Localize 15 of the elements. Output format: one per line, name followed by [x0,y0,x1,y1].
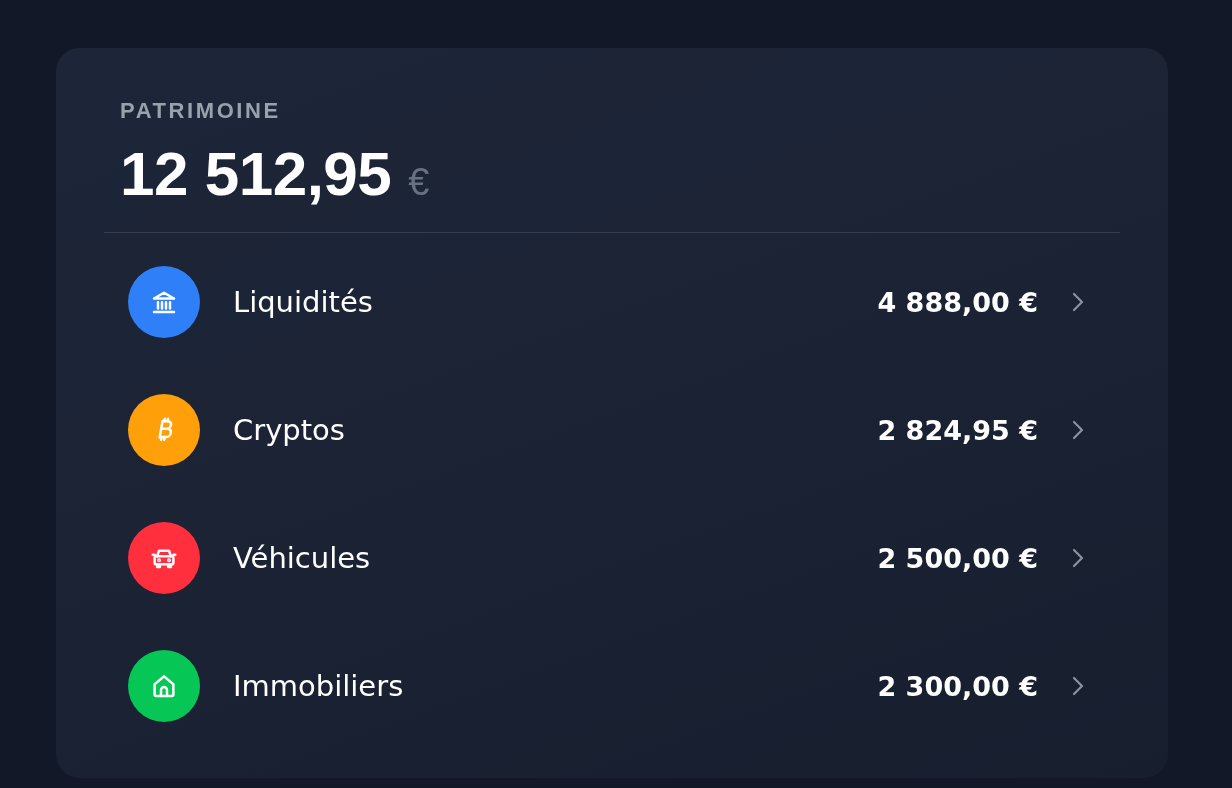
currency-symbol: € [408,163,430,201]
chevron-right-icon[interactable] [1072,420,1084,440]
asset-amount: 2 500,00 € [877,542,1038,574]
asset-amount: 4 888,00 € [877,286,1038,318]
asset-amount: 2 300,00 € [877,670,1038,702]
asset-amount: 2 824,95 € [877,414,1038,446]
chevron-right-icon[interactable] [1072,548,1084,568]
asset-name: Liquidités [233,285,374,319]
asset-name: Véhicules [233,541,372,575]
chevron-right-icon[interactable] [1072,292,1084,312]
asset-name: Cryptos [233,413,346,447]
asset-name: Immobiliers [233,669,405,703]
total-amount: 12 512,95 [120,143,392,205]
chevron-right-icon[interactable] [1072,676,1084,696]
section-label: PATRIMOINE [120,98,282,124]
